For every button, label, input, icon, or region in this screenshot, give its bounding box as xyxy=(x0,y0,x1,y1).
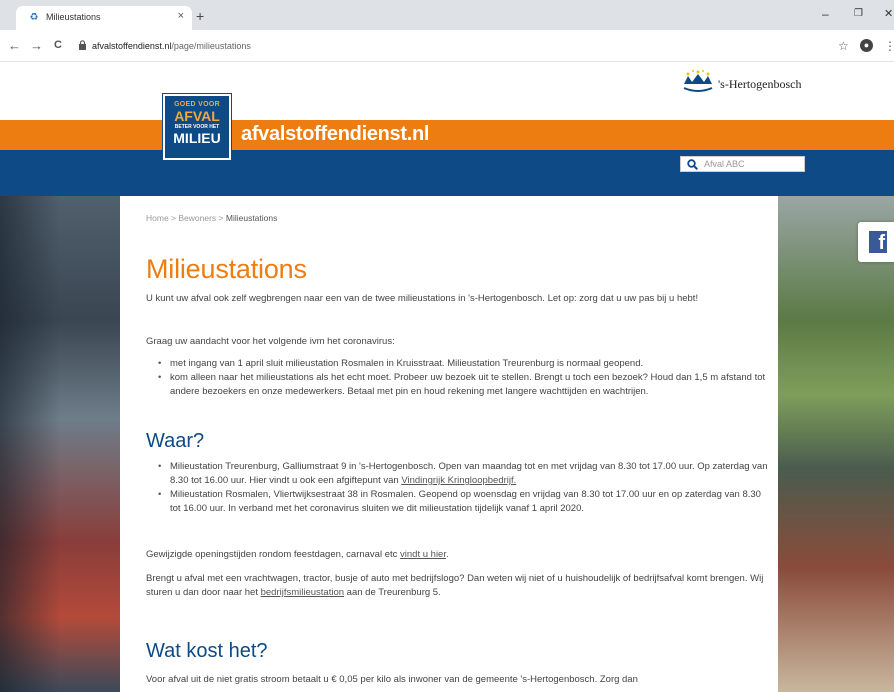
site-favicon-icon: ♻ xyxy=(29,12,39,23)
breadcrumb-bewoners[interactable]: Bewoners xyxy=(178,213,216,223)
back-arrow-icon[interactable]: ← xyxy=(8,39,21,52)
new-tab-button[interactable]: + xyxy=(196,9,204,23)
waar-heading: Waar? xyxy=(146,430,205,452)
intro-paragraph: U kunt uw afval ook zelf wegbrengen naar… xyxy=(146,293,699,304)
url-path: /page/milieustations xyxy=(171,41,251,51)
url-domain: afvalstoffendienst.nl xyxy=(92,41,172,51)
browser-tab-bar: ♻ Milieustations × + – ❐ ✕ xyxy=(0,0,894,30)
forward-arrow-icon[interactable]: → xyxy=(30,39,43,52)
holiday-paragraph: Gewijzigde openingstijden rondom feestda… xyxy=(146,548,771,562)
list-item: Milieustation Treurenburg, Galliumstraat… xyxy=(158,460,770,488)
city-crown-icon xyxy=(683,70,713,92)
header-orange-band xyxy=(0,120,894,150)
kringloop-link[interactable]: Vindingrijk Kringloopbedrijf. xyxy=(401,475,516,486)
account-icon[interactable]: ● xyxy=(860,39,873,52)
site-name[interactable]: afvalstoffendienst.nl xyxy=(241,123,429,146)
search-placeholder: Afval ABC xyxy=(704,159,745,169)
cost-paragraph: Voor afval uit de niet gratis stroom bet… xyxy=(146,674,638,685)
reload-icon[interactable]: C xyxy=(54,39,62,52)
url-field[interactable]: afvalstoffendienst.nl/page/milieustation… xyxy=(92,41,251,51)
holiday-text: Gewijzigde openingstijden rondom feestda… xyxy=(146,549,401,560)
breadcrumb: Home > Bewoners > Milieustations xyxy=(146,213,277,223)
breadcrumb-separator: > xyxy=(168,213,179,223)
facebook-icon: f xyxy=(869,231,887,254)
restore-button[interactable]: ❐ xyxy=(854,8,863,19)
corona-lead: Graag uw aandacht voor het volgende ivm … xyxy=(146,336,395,347)
breadcrumb-current: Milieustations xyxy=(225,213,278,223)
facebook-share-button[interactable]: f xyxy=(858,222,894,262)
breadcrumb-home[interactable]: Home xyxy=(146,213,169,223)
bedrijfsmilieustation-link[interactable]: bedrijfsmilieustation xyxy=(261,587,344,598)
company-paragraph: Brengt u afval met een vrachtwagen, trac… xyxy=(146,572,771,600)
list-item: kom alleen naar het milieustations als h… xyxy=(158,371,770,399)
browser-tab[interactable]: ♻ Milieustations × xyxy=(16,6,192,30)
holiday-end: . xyxy=(445,549,449,560)
badge-line-2: AFVAL xyxy=(174,108,220,124)
city-logo[interactable]: 's-Hertogenbosch xyxy=(678,68,818,98)
list-item: met ingang van 1 april sluit milieustati… xyxy=(158,357,770,371)
minimize-button[interactable]: – xyxy=(822,7,829,21)
search-icon[interactable] xyxy=(687,159,698,170)
close-tab-icon[interactable]: × xyxy=(178,10,184,22)
badge-line-4: MILIEU xyxy=(173,130,221,146)
tab-title: Milieustations xyxy=(46,12,101,22)
lock-icon xyxy=(79,40,86,50)
bookmark-star-icon[interactable]: ☆ xyxy=(838,39,849,53)
breadcrumb-separator: > xyxy=(216,213,226,223)
holiday-link[interactable]: vindt u hier xyxy=(400,549,446,560)
company-text: Brengt u afval met een vrachtwagen, trac… xyxy=(146,573,764,598)
search-input[interactable]: Afval ABC xyxy=(680,156,805,172)
address-bar: ← → C afvalstoffendienst.nl/page/milieus… xyxy=(0,30,894,62)
city-name: 's-Hertogenbosch xyxy=(718,77,802,91)
company-end: aan de Treurenburg 5. xyxy=(344,587,441,598)
corona-list: met ingang van 1 april sluit milieustati… xyxy=(158,357,770,399)
browser-menu-icon[interactable]: ⋮ xyxy=(884,39,894,53)
cost-heading: Wat kost het? xyxy=(146,640,268,662)
background-image-right xyxy=(778,196,894,692)
list-item: Milieustation Rosmalen, Vliertwijksestra… xyxy=(158,488,770,516)
page-title: Milieustations xyxy=(146,254,307,284)
waar-list: Milieustation Treurenburg, Galliumstraat… xyxy=(158,460,770,516)
background-image-left xyxy=(0,196,120,692)
close-window-button[interactable]: ✕ xyxy=(884,7,893,20)
site-logo-badge[interactable]: GOED VOOR AFVAL BETER VOOR HET MILIEU xyxy=(162,93,232,161)
